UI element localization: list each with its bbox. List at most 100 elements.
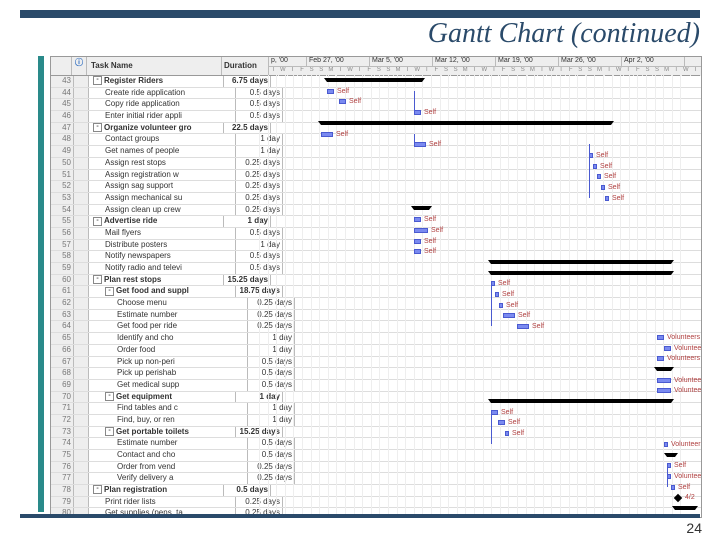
task-timeline-cell xyxy=(283,286,701,297)
page-number: 24 xyxy=(686,520,702,536)
task-id: 76 xyxy=(51,462,74,473)
task-name: Distribute posters xyxy=(89,240,236,251)
task-duration: 0.5 days xyxy=(236,88,283,99)
day-letter: W xyxy=(547,67,557,76)
task-id: 63 xyxy=(51,310,74,321)
task-row: 63Estimate number0.25 days xyxy=(51,310,701,322)
task-row: 67Pick up non-peri0.5 days xyxy=(51,357,701,369)
outline-toggle[interactable]: - xyxy=(93,123,102,132)
task-name: -Get food and suppl xyxy=(89,286,236,297)
task-row: 52Assign sag support0.25 days xyxy=(51,181,701,193)
task-duration: 0.5 days xyxy=(236,111,283,122)
task-row: 59Notify radio and televi0.5 days xyxy=(51,263,701,275)
task-name: Assign sag support xyxy=(89,181,236,192)
col-info-icon: ⓘ xyxy=(72,57,87,75)
task-name: Order food xyxy=(89,345,248,356)
task-info xyxy=(74,158,89,169)
day-letter: M xyxy=(327,67,337,76)
task-duration: 0.5 days xyxy=(224,485,271,496)
day-letter: T xyxy=(691,67,701,76)
task-timeline-cell xyxy=(271,216,701,227)
task-info xyxy=(74,88,89,99)
task-row: 62Choose menu0.25 days xyxy=(51,298,701,310)
day-letter: W xyxy=(346,67,356,76)
task-row: 77Verify delivery a0.25 days xyxy=(51,473,701,485)
day-letter: T xyxy=(403,67,413,76)
day-letter: T xyxy=(269,67,279,76)
task-id: 61 xyxy=(51,286,74,297)
task-name: Enter initial rider appli xyxy=(89,111,236,122)
task-duration: 0.25 days xyxy=(236,170,283,181)
day-letter: T xyxy=(423,67,433,76)
task-name: -Advertise ride xyxy=(89,216,224,227)
task-name: Notify newspapers xyxy=(89,251,236,262)
task-name: Find, buy, or ren xyxy=(89,415,248,426)
day-letter: T xyxy=(490,67,500,76)
task-duration: 1 day xyxy=(248,345,295,356)
task-duration: 0.25 days xyxy=(248,473,295,484)
day-letter: S xyxy=(375,67,385,76)
task-id: 56 xyxy=(51,228,74,239)
task-duration: 0.5 days xyxy=(236,263,283,274)
task-duration: 1 day xyxy=(248,333,295,344)
task-duration: 22.5 days xyxy=(224,123,271,134)
task-id: 70 xyxy=(51,392,74,403)
task-timeline-cell xyxy=(295,345,701,356)
task-id: 46 xyxy=(51,111,74,122)
outline-toggle[interactable]: - xyxy=(105,287,114,296)
task-name: -Plan registration xyxy=(89,485,224,496)
task-id: 65 xyxy=(51,333,74,344)
task-row: 66Order food1 day xyxy=(51,345,701,357)
task-row: 43-Register Riders6.75 days xyxy=(51,76,701,88)
outline-toggle[interactable]: - xyxy=(93,275,102,284)
task-id: 72 xyxy=(51,415,74,426)
day-letter: W xyxy=(279,67,289,76)
task-id: 43 xyxy=(51,76,74,87)
day-letter: S xyxy=(307,67,317,76)
task-duration: 0.25 days xyxy=(236,193,283,204)
task-row: 53Assign mechanical su0.25 days xyxy=(51,193,701,205)
outline-toggle[interactable]: - xyxy=(93,485,102,494)
task-row: 50Assign rest stops0.25 days xyxy=(51,158,701,170)
task-timeline-cell xyxy=(283,111,701,122)
task-info xyxy=(74,275,89,286)
task-duration: 1 day xyxy=(236,146,283,157)
task-id: 75 xyxy=(51,450,74,461)
task-row: 45Copy ride application0.5 days xyxy=(51,99,701,111)
bottom-rule xyxy=(20,514,700,518)
day-letter: S xyxy=(509,67,519,76)
task-duration: 0.25 days xyxy=(236,181,283,192)
task-row: 69Get medical supp0.5 days xyxy=(51,380,701,392)
day-letter: S xyxy=(384,67,394,76)
task-info xyxy=(74,193,89,204)
task-timeline-cell xyxy=(283,240,701,251)
day-letter: F xyxy=(432,67,442,76)
task-duration: 1 day xyxy=(236,134,283,145)
task-duration: 15.25 days xyxy=(236,427,283,438)
task-info xyxy=(74,345,89,356)
outline-toggle[interactable]: - xyxy=(93,217,102,226)
outline-toggle[interactable]: - xyxy=(93,76,102,85)
task-row: 54Assign clean up crew0.25 days xyxy=(51,205,701,217)
task-name: Assign mechanical su xyxy=(89,193,236,204)
task-duration: 1 day xyxy=(236,392,283,403)
day-letter: T xyxy=(557,67,567,76)
task-timeline-cell xyxy=(283,134,701,145)
task-duration: 0.5 days xyxy=(236,99,283,110)
task-info xyxy=(74,368,89,379)
task-timeline-cell xyxy=(271,123,701,134)
task-timeline-cell xyxy=(283,205,701,216)
task-row: 61-Get food and suppl18.75 days xyxy=(51,286,701,298)
day-letter: T xyxy=(672,67,682,76)
task-row: 65 Identify and cho1 day xyxy=(51,333,701,345)
task-name: Identify and cho xyxy=(89,333,248,344)
outline-toggle[interactable]: - xyxy=(105,427,114,436)
task-info xyxy=(74,76,89,87)
day-letter: M xyxy=(461,67,471,76)
task-timeline-cell xyxy=(295,438,701,449)
task-info xyxy=(74,438,89,449)
task-timeline-cell xyxy=(283,497,701,508)
week-label: Mar 26, '00 xyxy=(559,57,622,66)
outline-toggle[interactable]: - xyxy=(105,392,114,401)
task-timeline-cell xyxy=(283,228,701,239)
